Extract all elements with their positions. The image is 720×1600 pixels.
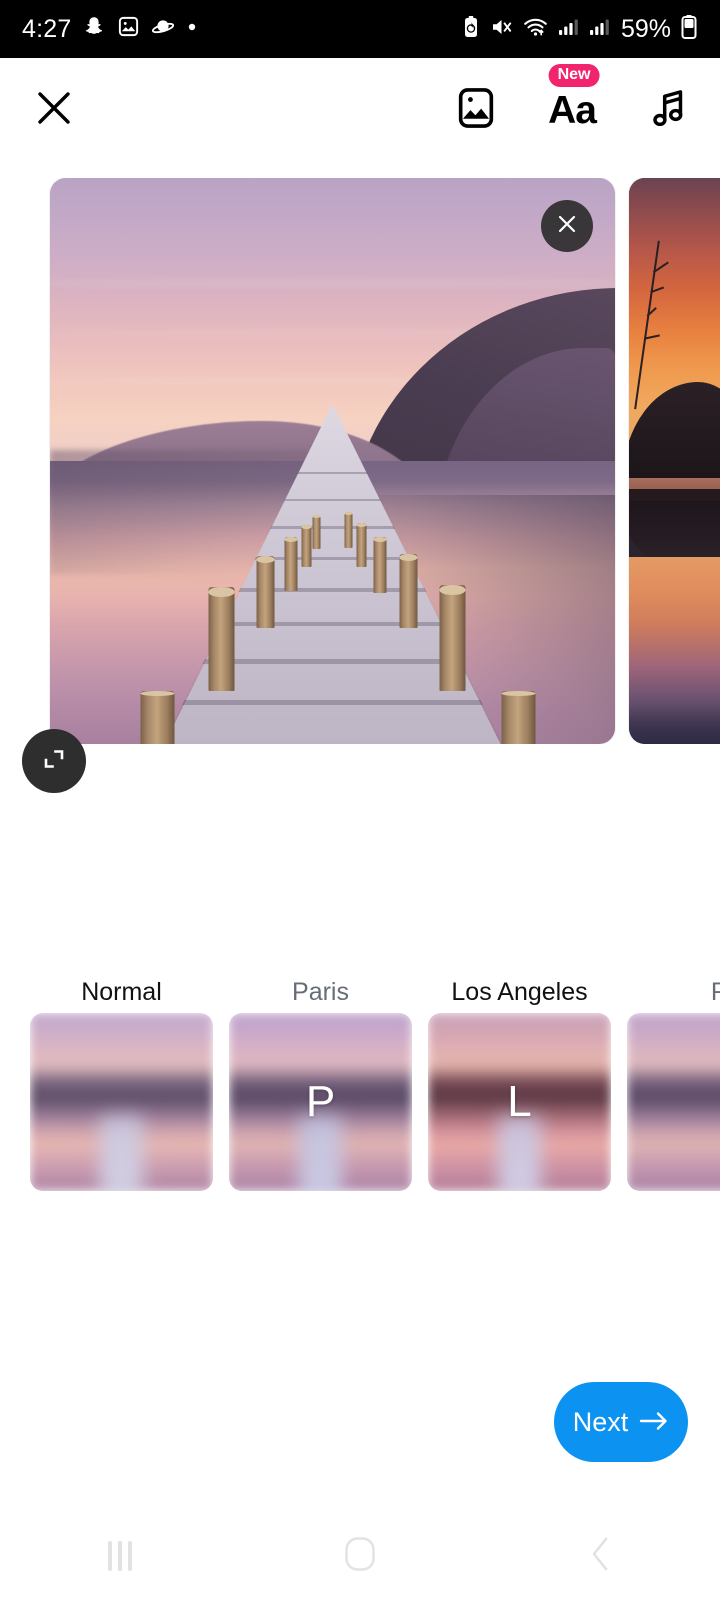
filter-item-los-angeles[interactable]: Los Angeles L	[428, 975, 611, 1191]
status-bar-left: 4:27	[22, 15, 198, 44]
dot-icon	[186, 20, 198, 38]
filter-strip-container[interactable]: Normal Paris P Los Angeles L F	[0, 975, 720, 1205]
filter-label: Los Angeles	[451, 978, 588, 1006]
photo-sticker-icon	[453, 85, 499, 136]
recents-button[interactable]	[72, 1512, 168, 1600]
home-icon	[343, 1535, 377, 1578]
arrow-right-icon	[639, 1410, 669, 1435]
editor-toolbar: New Aa	[0, 58, 720, 162]
text-tool-icon: Aa	[548, 88, 597, 132]
filter-preview-image	[30, 1013, 213, 1191]
wifi-icon	[523, 15, 548, 44]
expand-crop-button[interactable]	[22, 729, 86, 793]
close-icon	[33, 87, 75, 134]
jetty	[50, 393, 615, 744]
filter-label: Paris	[292, 978, 349, 1006]
filter-letter: P	[305, 1077, 336, 1126]
android-nav-bar	[0, 1512, 720, 1600]
filter-item-normal[interactable]: Normal	[30, 975, 213, 1191]
toolbar-actions: New Aa	[450, 64, 694, 136]
new-badge: New	[548, 64, 600, 88]
home-button[interactable]	[312, 1512, 408, 1600]
status-bar: 4:27 59%	[0, 0, 720, 58]
lake-jetty-photo	[50, 178, 615, 744]
status-bar-right: 59%	[461, 14, 698, 45]
media-card-secondary[interactable]	[629, 178, 720, 744]
text-tool-button[interactable]: New Aa	[546, 64, 600, 136]
filter-preview-image	[627, 1013, 720, 1191]
next-button-label: Next	[572, 1406, 629, 1437]
signal-sim2-icon	[588, 16, 610, 43]
filter-thumbnail[interactable]: P	[229, 1013, 412, 1191]
music-note-icon	[646, 86, 690, 135]
battery-percent-label: 59%	[620, 14, 671, 43]
battery-icon	[680, 14, 698, 45]
filter-label: Normal	[81, 978, 162, 1006]
back-button[interactable]	[552, 1512, 648, 1600]
remove-media-button[interactable]	[541, 200, 593, 252]
media-carousel[interactable]	[0, 178, 720, 744]
filter-item-partial[interactable]: F	[627, 975, 720, 1191]
mute-vibrate-icon	[490, 15, 514, 44]
filter-strip: Normal Paris P Los Angeles L F	[30, 975, 720, 1191]
battery-saver-icon	[461, 15, 481, 44]
filter-thumbnail[interactable]	[30, 1013, 213, 1191]
media-card-primary[interactable]	[50, 178, 615, 744]
snapchat-ghost-icon	[82, 15, 106, 44]
signal-sim1-icon	[557, 16, 579, 43]
filter-letter: L	[507, 1077, 532, 1126]
photo-sticker-button[interactable]	[450, 84, 502, 136]
photos-icon	[117, 15, 140, 43]
music-button[interactable]	[642, 84, 694, 136]
filter-thumbnail[interactable]: L	[428, 1013, 611, 1191]
close-icon	[555, 212, 579, 241]
status-bar-clock: 4:27	[22, 14, 72, 43]
expand-crop-icon	[39, 744, 69, 779]
filter-label: F	[710, 978, 720, 1006]
saturn-icon	[151, 15, 175, 44]
recents-icon	[108, 1541, 132, 1571]
close-editor-button[interactable]	[30, 86, 78, 134]
filter-item-paris[interactable]: Paris P	[229, 975, 412, 1191]
back-icon	[587, 1534, 613, 1579]
filter-thumbnail[interactable]	[627, 1013, 720, 1191]
orange-sunset-photo	[629, 178, 720, 744]
next-button[interactable]: Next	[554, 1382, 688, 1462]
